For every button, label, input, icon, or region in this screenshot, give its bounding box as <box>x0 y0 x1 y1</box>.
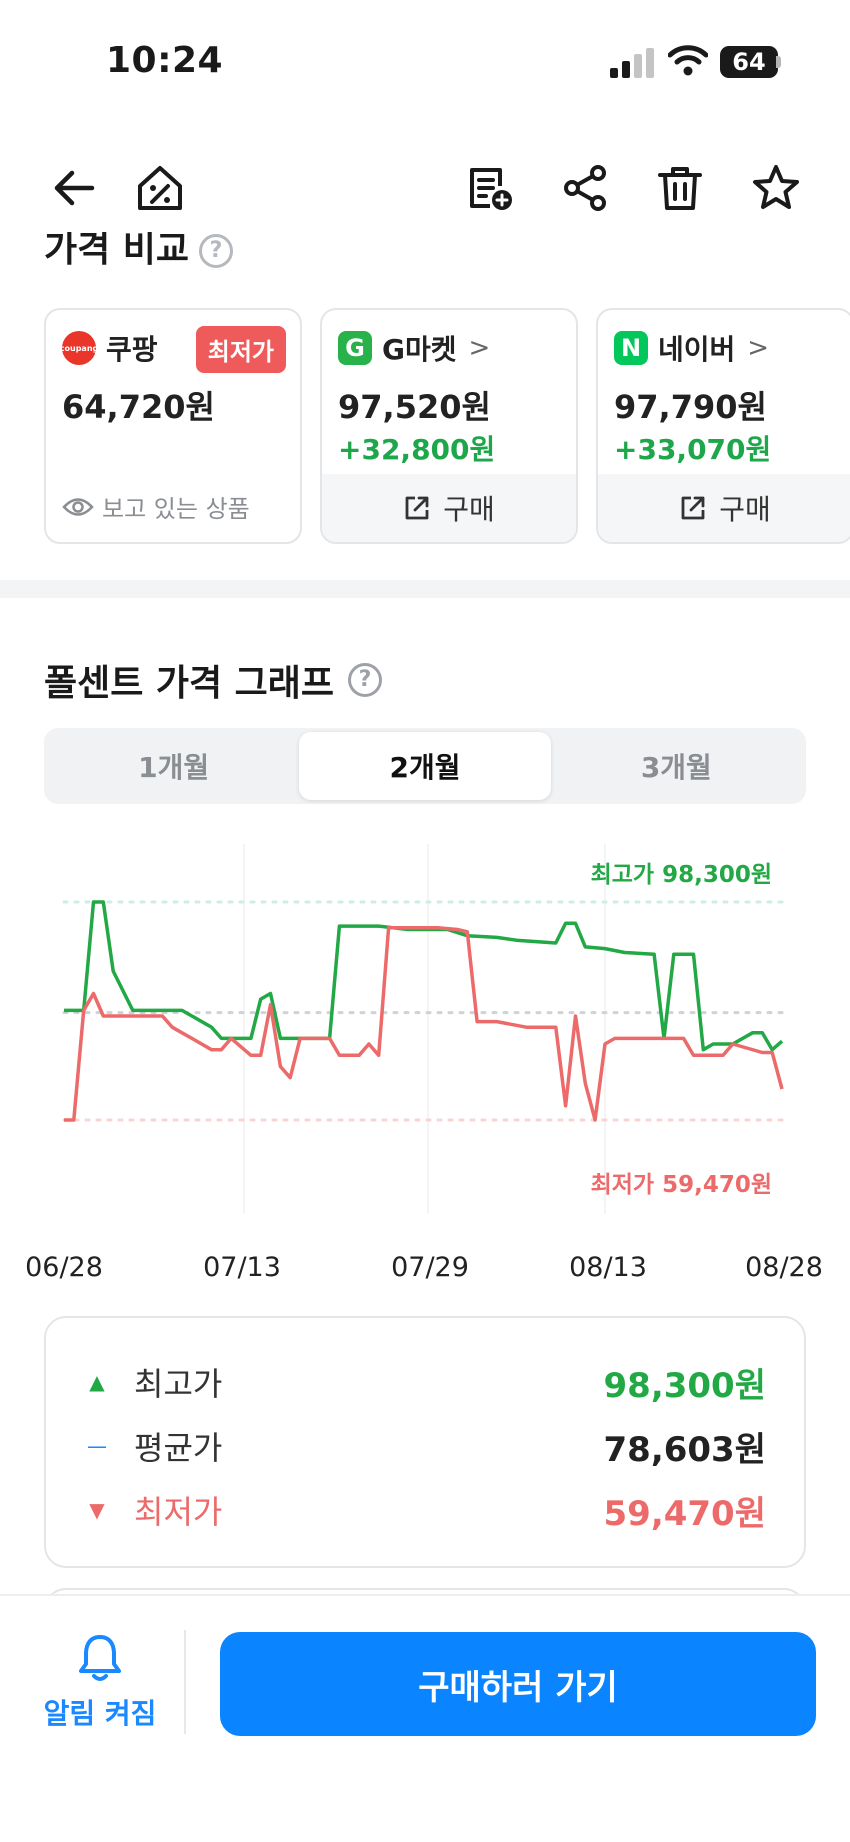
price-difference: +32,800원 <box>338 433 496 466</box>
x-tick-label: 07/29 <box>391 1252 469 1280</box>
back-button[interactable] <box>44 158 104 218</box>
stat-row-min: ▼ 최저가 59,470원 <box>86 1488 766 1534</box>
top-nav <box>0 140 850 236</box>
min-price-annotation: 최저가 59,470원 <box>591 1172 772 1198</box>
status-time: 10:24 <box>106 40 224 81</box>
store-name: G마켓 <box>382 333 457 366</box>
price-stats-card: ▲ 최고가 98,300원 — 평균가 78,603원 ▼ 최저가 59,470… <box>44 1316 806 1568</box>
store-card-list[interactable]: coupang 쿠팡 최저가 64,720원 보고 있는 상품 G G마켓 > … <box>44 308 850 546</box>
viewing-indicator: 보고 있는 상품 <box>62 489 250 524</box>
share-icon <box>564 165 606 211</box>
alarm-toggle[interactable]: 알림 켜짐 <box>30 1632 170 1752</box>
alarm-label: 알림 켜짐 <box>43 1697 157 1730</box>
help-icon[interactable]: ? <box>199 234 234 268</box>
tab-2-months[interactable]: 2개월 <box>299 732 551 800</box>
stat-label: 최저가 <box>134 1493 223 1531</box>
store-price: 64,720원 <box>62 388 215 426</box>
buy-link-label: 구매 <box>719 493 771 526</box>
store-card-gmarket[interactable]: G G마켓 > 97,520원 +32,800원 구매 <box>320 308 578 544</box>
x-tick-label: 06/28 <box>25 1252 103 1280</box>
add-to-list-icon <box>470 168 512 210</box>
share-button[interactable] <box>556 158 616 218</box>
stat-value: 59,470원 <box>603 1493 766 1534</box>
wifi-icon <box>668 45 708 76</box>
buy-link-button[interactable]: 구매 <box>322 474 576 542</box>
store-price: 97,790원 <box>614 388 767 426</box>
trash-icon <box>658 167 702 210</box>
stat-row-max: ▲ 최고가 98,300원 <box>86 1360 766 1406</box>
section-divider <box>0 580 850 598</box>
store-header: coupang 쿠팡 <box>60 330 158 366</box>
buy-link-button[interactable]: 구매 <box>598 474 850 542</box>
status-bar: 10:24 64 <box>0 0 850 120</box>
eye-icon <box>62 497 94 516</box>
external-link-icon <box>405 496 429 520</box>
viewing-label: 보고 있는 상품 <box>102 495 250 523</box>
price-chart[interactable]: 최고가 98,300원 최저가 59,470원 06/28 07/13 07/29 0… <box>0 840 850 1283</box>
favorite-button[interactable] <box>746 158 806 218</box>
chevron-right-icon: > <box>747 333 770 363</box>
x-tick-label: 07/13 <box>203 1252 281 1280</box>
price-difference: +33,070원 <box>614 433 772 466</box>
stat-label: 최고가 <box>134 1365 223 1403</box>
store-card-naver[interactable]: N 네이버 > 97,790원 +33,070원 구매 <box>596 308 850 544</box>
store-name: 네이버 <box>658 333 736 366</box>
naver-logo-icon: N <box>614 331 648 365</box>
stat-value: 98,300원 <box>603 1365 766 1406</box>
dash-icon: — <box>87 1434 107 1458</box>
bell-icon <box>79 1635 121 1681</box>
up-triangle-icon: ▲ <box>89 1370 105 1394</box>
max-price-annotation: 최고가 98,300원 <box>591 862 772 888</box>
down-triangle-icon: ▼ <box>89 1498 105 1522</box>
store-header[interactable]: G G마켓 > <box>338 330 490 366</box>
gmarket-logo-icon: G <box>338 331 372 365</box>
store-name: 쿠팡 <box>106 333 158 366</box>
tab-1-month[interactable]: 1개월 <box>48 732 299 800</box>
delete-button[interactable] <box>650 158 710 218</box>
store-header[interactable]: N 네이버 > <box>614 330 769 366</box>
buy-link-label: 구매 <box>443 493 495 526</box>
price-compare-title-text: 가격 비교 <box>44 232 190 268</box>
lowest-price-badge: 최저가 <box>195 326 286 373</box>
vertical-divider <box>184 1630 186 1734</box>
price-compare-title: 가격 비교? <box>44 232 234 268</box>
chevron-right-icon: > <box>468 333 491 363</box>
go-to-buy-button[interactable]: 구매하러 가기 <box>220 1632 816 1736</box>
help-icon[interactable]: ? <box>348 663 383 697</box>
add-to-list-button[interactable] <box>460 158 520 218</box>
store-price: 97,520원 <box>338 388 491 426</box>
battery-level: 64 <box>732 48 766 76</box>
coupang-logo-icon: coupang <box>60 331 98 365</box>
home-button[interactable] <box>130 158 190 218</box>
stat-label: 평균가 <box>134 1429 223 1467</box>
external-link-icon <box>681 496 705 520</box>
signal-icon <box>610 48 654 78</box>
x-tick-label: 08/28 <box>745 1252 823 1280</box>
tab-3-months[interactable]: 3개월 <box>551 732 802 800</box>
store-card-coupang[interactable]: coupang 쿠팡 최저가 64,720원 보고 있는 상품 <box>44 308 302 544</box>
price-graph-title-text: 폴센트 가격 그래프 <box>44 663 335 704</box>
price-tag-home-icon <box>138 166 182 210</box>
bottom-action-bar: 알림 켜짐 구매하러 가기 <box>0 1594 850 1842</box>
back-arrow-icon <box>54 170 95 206</box>
x-tick-label: 08/13 <box>569 1252 647 1280</box>
star-icon <box>753 165 799 209</box>
stat-row-avg: — 평균가 78,603원 <box>86 1424 766 1470</box>
price-chart-svg: 최고가 98,300원 최저가 59,470원 06/28 07/13 07/29 0… <box>25 844 823 1283</box>
price-graph-title: 폴센트 가격 그래프 ? <box>44 654 383 706</box>
period-selector: 1개월 2개월 3개월 <box>44 728 806 804</box>
stat-value: 78,603원 <box>603 1429 766 1470</box>
